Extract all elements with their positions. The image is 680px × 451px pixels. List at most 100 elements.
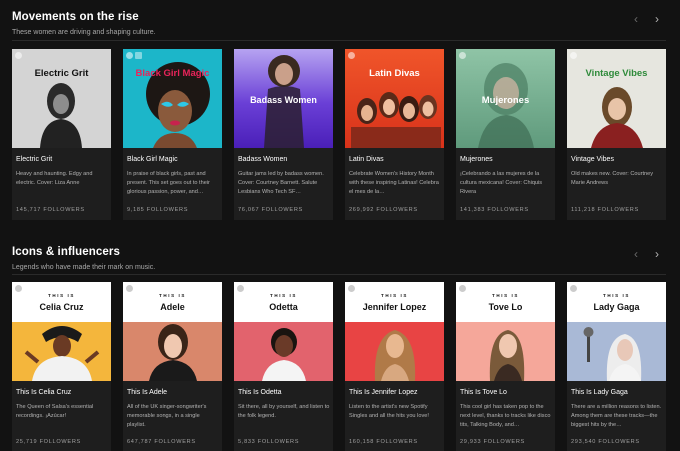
- playlist-description: ¡Celebrando a las mujeres de la cultura …: [460, 171, 543, 195]
- artist-photo: [234, 322, 333, 381]
- playlist-cover[interactable]: Mujerones: [456, 49, 555, 148]
- cover-title: Mujerones: [481, 95, 530, 106]
- cover-title: Electric Grit: [34, 68, 89, 79]
- playlist-card[interactable]: THIS IS Odetta This Is Odetta Sit there,…: [234, 282, 333, 451]
- cover-header: THIS IS Lady Gaga: [567, 282, 666, 322]
- playlist-name[interactable]: Vintage Vibes: [571, 156, 614, 163]
- playlist-description: Old makes new. Cover: Courtney Marie And…: [571, 171, 654, 186]
- artist-name: Jennifer Lopez: [362, 302, 427, 312]
- playlist-card[interactable]: Latin Divas Latin Divas Celebrate Women'…: [345, 49, 444, 220]
- artist-name: Adele: [160, 302, 185, 312]
- playlist-description: In praise of black girls, past and prese…: [127, 171, 210, 195]
- follower-count: 25,719 FOLLOWERS: [16, 439, 81, 445]
- playlist-description: Celebrate Women's History Month with the…: [349, 171, 439, 195]
- playlist-name[interactable]: Latin Divas: [349, 156, 384, 163]
- playlist-card[interactable]: Electric Grit Electric Grit Heavy and ha…: [12, 49, 111, 220]
- playlist-card[interactable]: THIS IS Celia Cruz This Is Celia Cruz Th…: [12, 282, 111, 451]
- artist-name: Odetta: [269, 302, 298, 312]
- playlist-description: This cool girl has taken pop to the next…: [460, 404, 551, 428]
- chevron-right-icon[interactable]: ›: [655, 248, 659, 260]
- cover-header: THIS IS Tove Lo: [456, 282, 555, 322]
- playlist-card[interactable]: THIS IS Tove Lo This Is Tove Lo This coo…: [456, 282, 555, 451]
- playlist-cover[interactable]: Electric Grit: [12, 49, 111, 148]
- follower-count: 160,158 FOLLOWERS: [349, 439, 418, 445]
- this-is-label: THIS IS: [159, 293, 186, 298]
- spotify-logo-icon: [237, 285, 244, 292]
- artist-photo: [345, 322, 444, 381]
- playlist-card[interactable]: THIS IS Adele This Is Adele All of the U…: [123, 282, 222, 451]
- cover-title: Vintage Vibes: [585, 68, 648, 79]
- chevron-right-icon[interactable]: ›: [655, 13, 659, 25]
- playlist-cover[interactable]: Latin Divas: [345, 49, 444, 148]
- playlist-name[interactable]: This Is Lady Gaga: [571, 389, 628, 396]
- section-subtitle: Legends who have made their mark on musi…: [12, 264, 156, 271]
- playlist-cover[interactable]: Black Girl Magic: [123, 49, 222, 148]
- section-subtitle: These women are driving and shaping cult…: [12, 29, 156, 36]
- spotify-logo-icon: [348, 52, 355, 59]
- spotify-logo-icon: [348, 285, 355, 292]
- playlist-name[interactable]: This Is Jennifer Lopez: [349, 389, 417, 396]
- playlist-cover[interactable]: THIS IS Celia Cruz: [12, 282, 111, 381]
- this-is-label: THIS IS: [492, 293, 519, 298]
- playlist-card[interactable]: Mujerones Mujerones ¡Celebrando a las mu…: [456, 49, 555, 220]
- playlist-card[interactable]: Vintage Vibes Vintage Vibes Old makes ne…: [567, 49, 666, 220]
- cover-header: THIS IS Odetta: [234, 282, 333, 322]
- divider: [12, 274, 666, 275]
- playlist-card[interactable]: THIS IS Jennifer Lopez This Is Jennifer …: [345, 282, 444, 451]
- this-is-label: THIS IS: [381, 293, 408, 298]
- artist-photo: [567, 322, 666, 381]
- cover-header: THIS IS Celia Cruz: [12, 282, 111, 322]
- section-title[interactable]: Movements on the rise: [12, 11, 139, 23]
- playlist-card[interactable]: THIS IS Lady Gaga This Is Lady Gaga Ther…: [567, 282, 666, 451]
- playlist-cover[interactable]: THIS IS Tove Lo: [456, 282, 555, 381]
- follower-count: 29,933 FOLLOWERS: [460, 439, 525, 445]
- spotify-logo-icon: [15, 285, 22, 292]
- this-is-label: THIS IS: [270, 293, 297, 298]
- spotify-logo-icon: [570, 285, 577, 292]
- artist-photo: [12, 322, 111, 381]
- playlist-cover[interactable]: THIS IS Adele: [123, 282, 222, 381]
- artist-photo: [456, 322, 555, 381]
- chevron-left-icon[interactable]: ‹: [634, 13, 638, 25]
- playlist-name[interactable]: This Is Celia Cruz: [16, 389, 71, 396]
- this-is-label: THIS IS: [603, 293, 630, 298]
- playlist-name[interactable]: This Is Tove Lo: [460, 389, 507, 396]
- follower-count: 141,383 FOLLOWERS: [460, 207, 529, 213]
- playlist-description: Sit there, all by yourself, and listen t…: [238, 404, 330, 419]
- follower-count: 269,992 FOLLOWERS: [349, 207, 418, 213]
- artist-name: Tove Lo: [488, 302, 523, 312]
- playlist-cover[interactable]: Badass Women: [234, 49, 333, 148]
- playlist-name[interactable]: This Is Adele: [127, 389, 167, 396]
- playlist-cover[interactable]: THIS IS Jennifer Lopez: [345, 282, 444, 381]
- playlist-description: Guitar jams led by badass women. Cover: …: [238, 171, 324, 195]
- follower-count: 76,067 FOLLOWERS: [238, 207, 303, 213]
- playlist-cover[interactable]: THIS IS Lady Gaga: [567, 282, 666, 381]
- playlist-description: All of the UK singer-songwriter's memora…: [127, 404, 207, 428]
- playlist-description: There are a million reasons to listen. A…: [571, 404, 662, 428]
- playlist-name[interactable]: Badass Women: [238, 156, 287, 163]
- artist-name: Celia Cruz: [39, 302, 84, 312]
- follower-count: 5,833 FOLLOWERS: [238, 439, 300, 445]
- badge-icon: [135, 52, 142, 59]
- playlist-description: Heavy and haunting. Edgy and electric. C…: [16, 171, 93, 186]
- section-title[interactable]: Icons & influencers: [12, 246, 120, 258]
- playlist-card[interactable]: Badass Women Badass Women Guitar jams le…: [234, 49, 333, 220]
- this-is-label: THIS IS: [48, 293, 75, 298]
- playlist-card[interactable]: Black Girl Magic Black Girl Magic In pra…: [123, 49, 222, 220]
- playlist-name[interactable]: This Is Odetta: [238, 389, 282, 396]
- divider: [12, 40, 666, 41]
- spotify-logo-icon: [459, 285, 466, 292]
- chevron-left-icon[interactable]: ‹: [634, 248, 638, 260]
- playlist-cover[interactable]: Vintage Vibes: [567, 49, 666, 148]
- follower-count: 9,185 FOLLOWERS: [127, 207, 189, 213]
- cover-header: THIS IS Adele: [123, 282, 222, 322]
- playlist-cover[interactable]: THIS IS Odetta: [234, 282, 333, 381]
- cover-title: Latin Divas: [369, 68, 420, 79]
- cover-header: THIS IS Jennifer Lopez: [345, 282, 444, 322]
- playlist-name[interactable]: Mujerones: [460, 156, 493, 163]
- spotify-logo-icon: [15, 52, 22, 59]
- artist-photo: [123, 322, 222, 381]
- spotify-logo-icon: [126, 285, 133, 292]
- playlist-name[interactable]: Electric Grit: [16, 156, 52, 163]
- playlist-name[interactable]: Black Girl Magic: [127, 156, 178, 163]
